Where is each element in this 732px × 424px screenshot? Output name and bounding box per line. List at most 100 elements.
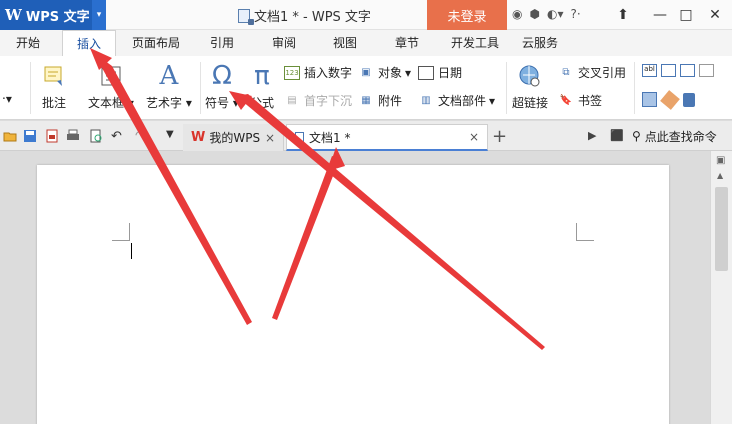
app-dropdown-icon[interactable]: ▾: [92, 0, 106, 30]
drop-cap-icon: ▤: [287, 95, 297, 106]
open-folder-icon[interactable]: [3, 129, 17, 143]
document-icon: [238, 8, 254, 25]
form-more-icon[interactable]: [699, 64, 714, 77]
tab-chapter[interactable]: 章节: [395, 30, 419, 56]
cursor-icon[interactable]: ⬛: [610, 129, 624, 142]
screen-icon[interactable]: ▶: [588, 129, 596, 142]
form-eraser-icon[interactable]: [660, 89, 680, 110]
symbol-button[interactable]: Ω 符号 ▾: [205, 61, 239, 111]
form-dropdown-icon[interactable]: [680, 64, 695, 77]
text-caret: [131, 243, 132, 259]
object-button[interactable]: ▣ 对象 ▾: [358, 64, 411, 81]
tab-document-1[interactable]: 文档1 * ×: [286, 124, 488, 151]
titlebar-tools: ◉ ⬢ ◐▾ ?·: [512, 7, 581, 21]
skin-icon[interactable]: ◉: [512, 7, 522, 21]
window-title: 文档1 * - WPS 文字: [238, 6, 371, 25]
app-name: WPS 文字: [25, 9, 90, 25]
sync-icon[interactable]: ◐▾: [547, 7, 564, 21]
insert-number-button[interactable]: 123 插入数字: [284, 64, 352, 81]
ribbon-separator: [634, 62, 635, 114]
scroll-thumb[interactable]: [715, 187, 728, 271]
print-preview-icon[interactable]: [89, 129, 103, 143]
comment-icon: [42, 62, 66, 90]
quick-access-dropdown-icon[interactable]: ▼: [166, 129, 180, 143]
textbox-button[interactable]: 文本框 ▾: [88, 62, 134, 111]
wps-red-logo-icon: W: [191, 130, 206, 145]
tab-page-layout[interactable]: 页面布局: [132, 30, 180, 56]
number-icon: 123: [284, 65, 300, 80]
form-textfield-icon[interactable]: abl: [642, 64, 657, 77]
textbox-icon: [98, 62, 124, 90]
document-workspace: [0, 151, 710, 424]
print-icon[interactable]: [66, 129, 80, 143]
ribbon-separator: [30, 62, 31, 114]
save-icon[interactable]: [23, 129, 37, 143]
margin-corner-top-right: [576, 223, 594, 241]
cross-reference-icon: ⧉: [562, 67, 570, 78]
form-controls-row-1: abl: [642, 64, 714, 77]
attachment-button[interactable]: ▦ 附件: [358, 92, 402, 109]
search-command-box[interactable]: ⚲ 点此查找命令: [632, 125, 732, 147]
date-button[interactable]: 日期: [418, 64, 462, 81]
document-icon: [295, 131, 304, 143]
close-tab-icon[interactable]: ×: [265, 131, 275, 145]
tab-references[interactable]: 引用: [210, 30, 234, 56]
bookmark-button[interactable]: 🔖 书签: [558, 92, 602, 109]
form-settings-icon[interactable]: [642, 92, 657, 107]
bookmark-icon: 🔖: [559, 95, 573, 106]
document-tab-bar: ↶ ↷ ▼ W 我的WPS × 文档1 * × + ▶ ⬛ ⚲ 点此查找命令: [0, 121, 732, 151]
wordart-button[interactable]: A 艺术字 ▾: [146, 61, 192, 111]
partial-left-button[interactable]: ‧▾: [2, 92, 12, 106]
pi-icon: π: [254, 61, 270, 91]
wordart-icon: A: [159, 61, 179, 91]
scroll-top-icon[interactable]: ▣: [716, 155, 725, 166]
form-checkbox-icon[interactable]: [661, 64, 676, 77]
hyperlink-button[interactable]: 超链接: [512, 62, 548, 111]
close-button[interactable]: ✕: [702, 4, 728, 26]
export-pdf-icon[interactable]: [45, 129, 59, 143]
first-sink-button[interactable]: ▤ 首字下沉: [284, 92, 352, 109]
tab-my-wps[interactable]: W 我的WPS ×: [183, 124, 284, 151]
attachment-icon: ▦: [361, 95, 371, 106]
tab-view[interactable]: 视图: [333, 30, 357, 56]
formula-button[interactable]: π 公式: [250, 61, 274, 111]
menu-bar: 开始 插入 页面布局 引用 审阅 视图 章节 开发工具 云服务: [0, 30, 732, 56]
wps-logo-icon: W: [5, 6, 22, 24]
ribbon: ‧▾ 批注 文本框 ▾ A 艺术字 ▾ Ω 符号 ▾ π 公式 123 插入数字…: [0, 56, 732, 120]
doc-parts-icon: ▥: [421, 95, 431, 106]
window-title-text: 文档1 * - WPS 文字: [254, 10, 371, 25]
object-icon: ▣: [361, 67, 371, 78]
ribbon-separator: [506, 62, 507, 114]
tab-review[interactable]: 审阅: [272, 30, 296, 56]
search-icon: ⚲: [632, 129, 641, 143]
omega-icon: Ω: [211, 61, 232, 91]
new-tab-button[interactable]: +: [492, 126, 507, 147]
hyperlink-icon: [517, 62, 543, 90]
minimize-button[interactable]: —: [647, 4, 673, 26]
comment-button[interactable]: 批注: [42, 62, 66, 111]
tab-insert[interactable]: 插入: [62, 30, 117, 56]
margin-corner-top-left: [112, 223, 130, 241]
calendar-icon: [418, 65, 434, 80]
close-tab-icon[interactable]: ×: [469, 130, 479, 144]
doc-parts-button[interactable]: ▥ 文档部件 ▾: [418, 92, 495, 109]
title-bar: W WPS 文字 ▾ 文档1 * - WPS 文字 未登录 ◉ ⬢ ◐▾ ?· …: [0, 0, 732, 30]
vertical-scrollbar[interactable]: ▣ ▲: [710, 151, 732, 424]
upload-icon[interactable]: ⬆: [610, 4, 636, 26]
form-controls-row-2: [642, 89, 695, 110]
login-button[interactable]: 未登录: [427, 0, 507, 30]
maximize-button[interactable]: □: [673, 4, 699, 26]
tab-cloud[interactable]: 云服务: [522, 30, 558, 56]
tab-start[interactable]: 开始: [16, 30, 40, 56]
form-lock-icon[interactable]: [683, 92, 695, 107]
undo-icon[interactable]: ↶: [111, 129, 125, 144]
scroll-up-icon[interactable]: ▲: [717, 171, 723, 180]
help-icon[interactable]: ?·: [570, 7, 580, 21]
document-page[interactable]: [37, 165, 669, 424]
tab-developer[interactable]: 开发工具: [451, 30, 499, 56]
wps-app-menu-button[interactable]: W WPS 文字: [0, 0, 92, 30]
redo-icon[interactable]: ↷: [135, 129, 149, 144]
ribbon-separator: [200, 62, 201, 114]
cross-reference-button[interactable]: ⧉ 交叉引用: [558, 64, 626, 81]
shield-icon[interactable]: ⬢: [529, 7, 539, 21]
